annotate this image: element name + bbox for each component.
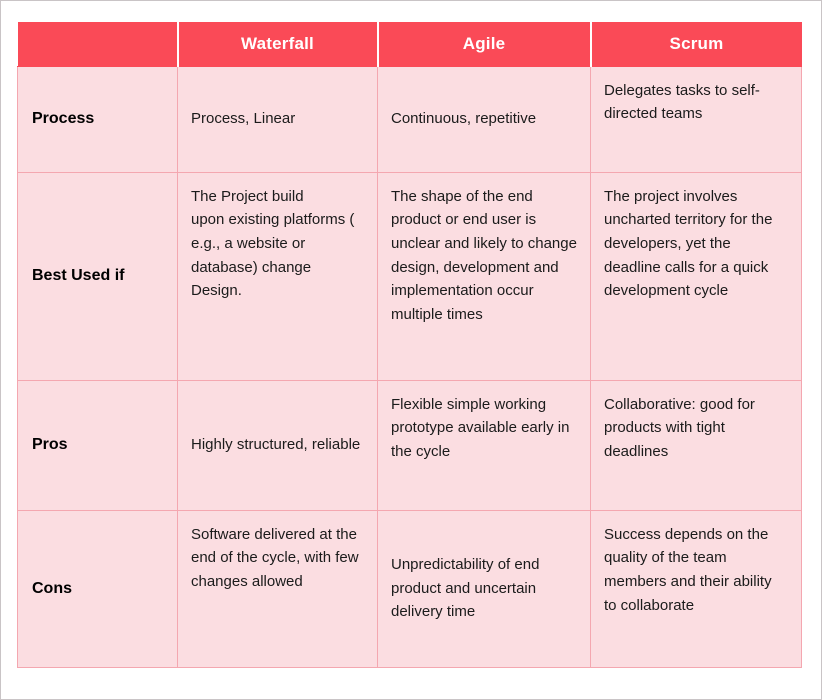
table-row: Process Process, Linear Continuous, repe… (17, 65, 802, 173)
table-row: Cons Software delivered at the end of th… (17, 509, 802, 668)
cell-process-agile: Continuous, repetitive (377, 65, 591, 173)
cell-text: The Project build upon existing platform… (191, 187, 355, 300)
cell-text: Continuous, repetitive (391, 110, 537, 128)
table-row: Best Used if The Project build upon exis… (17, 171, 802, 381)
table-header: Waterfall Agile Scrum (17, 22, 802, 67)
table-row: Pros Highly structured, reliable Flexibl… (17, 379, 802, 511)
cell-text: Success depends on the quality of the te… (604, 525, 772, 614)
cell-text: Flexible simple working prototype availa… (391, 395, 570, 460)
cell-text: Process, Linear (191, 110, 296, 128)
cell-pros-scrum: Collaborative: good for products with ti… (590, 379, 802, 511)
cell-pros-agile: Flexible simple working prototype availa… (377, 379, 591, 511)
cell-text: Software delivered at the end of the cyc… (191, 525, 359, 590)
page-frame: Waterfall Agile Scrum Process Process, L… (1, 1, 821, 699)
cell-cons-waterfall: Software delivered at the end of the cyc… (177, 509, 378, 668)
cell-cons-agile: Unpredictability of end product and unce… (377, 509, 591, 668)
header-cell-corner (17, 22, 179, 67)
cell-process-scrum: Delegates tasks to self-directed teams (590, 65, 802, 173)
cell-text: Collaborative: good for products with ti… (604, 395, 755, 460)
cell-text: Unpredictability of end product and unce… (391, 555, 540, 621)
methodology-comparison-table: Waterfall Agile Scrum Process Process, L… (17, 22, 802, 668)
cell-process-waterfall: Process, Linear (177, 65, 378, 173)
row-label-pros: Pros (17, 379, 178, 511)
cell-text: The project involves uncharted territory… (604, 187, 773, 300)
cell-best-used-if-scrum: The project involves uncharted territory… (590, 171, 802, 381)
cell-text: Highly structured, reliable (191, 436, 361, 454)
cell-pros-waterfall: Highly structured, reliable (177, 379, 378, 511)
table-body: Process Process, Linear Continuous, repe… (17, 65, 802, 668)
row-label-cons: Cons (17, 509, 178, 668)
cell-best-used-if-waterfall: The Project build upon existing platform… (177, 171, 378, 381)
row-label-process: Process (17, 65, 178, 173)
cell-text: Delegates tasks to self-directed teams (604, 81, 760, 123)
header-cell-agile: Agile (377, 22, 592, 67)
cell-best-used-if-agile: The shape of the end product or end user… (377, 171, 591, 381)
header-cell-scrum: Scrum (590, 22, 802, 67)
header-row: Waterfall Agile Scrum (17, 22, 802, 67)
row-label-best-used-if: Best Used if (17, 171, 178, 381)
header-cell-waterfall: Waterfall (177, 22, 379, 67)
cell-text: The shape of the end product or end user… (391, 187, 577, 323)
cell-cons-scrum: Success depends on the quality of the te… (590, 509, 802, 668)
